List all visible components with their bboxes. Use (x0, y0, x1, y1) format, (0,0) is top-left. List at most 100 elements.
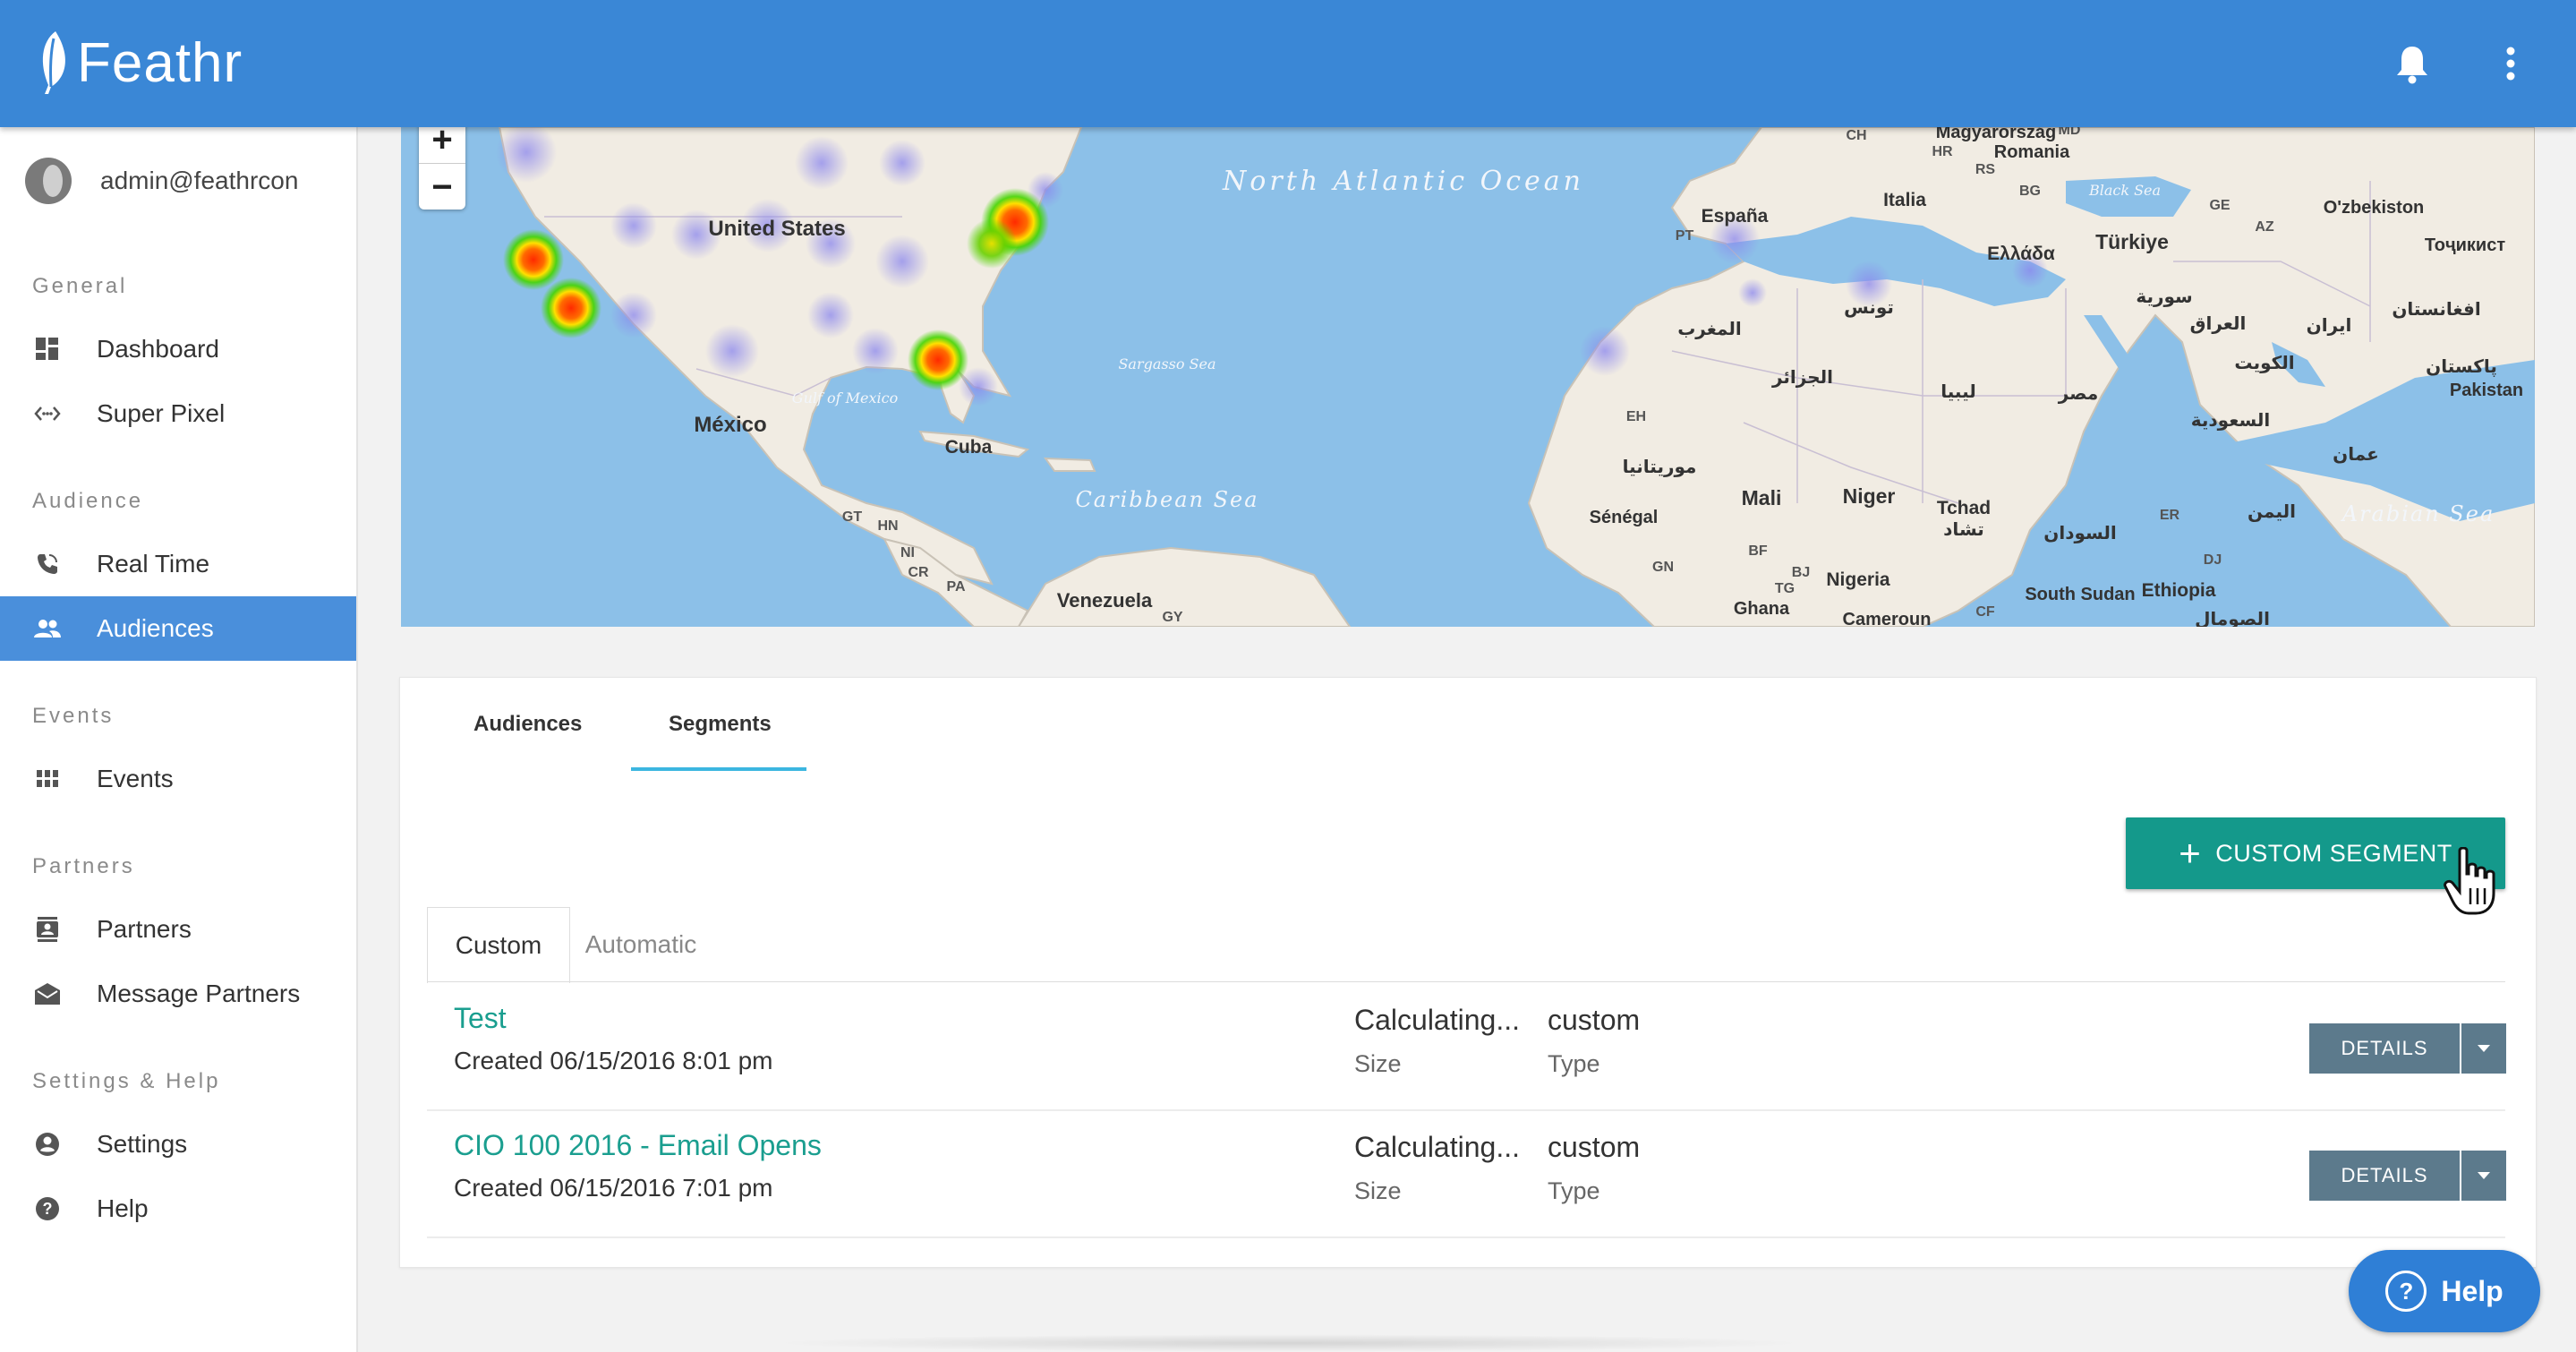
svg-text:NI: NI (900, 545, 915, 560)
sidebar-item-dashboard[interactable]: Dashboard (0, 317, 356, 381)
svg-text:GE: GE (2209, 198, 2230, 213)
phone-icon (34, 551, 61, 578)
svg-text:السودان: السودان (2043, 522, 2116, 543)
sidebar-item-help[interactable]: ? Help (0, 1177, 356, 1241)
map-label-caribbean: Caribbean Sea (1075, 487, 1258, 512)
sidebar-item-partners[interactable]: Partners (0, 897, 356, 962)
segment-type-label: Type (1548, 1050, 1600, 1077)
svg-text:TG: TG (1775, 581, 1795, 596)
more-vert-icon[interactable] (2488, 41, 2533, 86)
dropdown-caret-icon[interactable] (2461, 1151, 2506, 1201)
tab-segments[interactable]: Segments (669, 712, 772, 737)
user-email: admin@feathrcon (100, 167, 299, 194)
segment-size-label: Size (1354, 1177, 1402, 1204)
south-america-land (1017, 546, 1352, 627)
details-button-group: DETAILS (2309, 1023, 2506, 1074)
segments-card: Audiences Segments + CUSTOM SEGMENT Cust… (399, 677, 2537, 1268)
map-label-senegal: Sénégal (1590, 508, 1659, 527)
subtab-automatic[interactable]: Automatic (570, 907, 712, 982)
svg-text:ایران: ایران (2307, 314, 2352, 336)
hispaniola-land (1043, 457, 1096, 472)
sidebar-item-label: Help (97, 1194, 149, 1222)
sidebar-item-label: Message Partners (97, 980, 301, 1007)
svg-text:PT: PT (1676, 228, 1694, 244)
notifications-bell-icon[interactable] (2390, 41, 2435, 86)
svg-text:اليمن: اليمن (2248, 501, 2296, 522)
svg-text:AZ: AZ (2255, 219, 2274, 235)
svg-text:ليبيا: ليبيا (1941, 381, 1976, 402)
map-label-arabian-sea: Arabian Sea (2341, 501, 2495, 526)
segment-name-link[interactable]: CIO 100 2016 - Email Opens (454, 1129, 822, 1162)
sidebar-item-label: Real Time (97, 550, 210, 578)
map-label-uzbekistan: O'zbekiston (2324, 198, 2425, 218)
svg-text:CF: CF (1975, 604, 1995, 620)
account-circle-icon (34, 1131, 61, 1158)
sidebar-item-label: Audiences (97, 614, 214, 642)
svg-text:الصومال: الصومال (2195, 608, 2270, 627)
top-app-bar: Feathr (0, 0, 2576, 127)
map-label-toshkent: Тоҷикист (2425, 235, 2506, 255)
table-row: Test Created 06/15/2016 8:01 pm Calculat… (427, 982, 2506, 1111)
svg-text:DJ: DJ (2204, 552, 2222, 568)
subtab-custom[interactable]: Custom (427, 907, 570, 983)
svg-text:BF: BF (1748, 543, 1768, 559)
sidebar: admin@feathrcon General Dashboard Super … (0, 127, 358, 1352)
hand-cursor-icon (2444, 847, 2495, 915)
sidebar-item-real-time[interactable]: Real Time (0, 532, 356, 596)
dropdown-caret-icon[interactable] (2461, 1023, 2506, 1074)
sidebar-item-label: Super Pixel (97, 399, 226, 427)
map-label-cuba: Cuba (945, 437, 993, 458)
svg-text:CH: CH (1846, 128, 1866, 143)
svg-text:HR: HR (1932, 144, 1953, 159)
help-circle-icon: ? (2385, 1271, 2427, 1312)
svg-text:BJ: BJ (1792, 565, 1810, 580)
bottom-shadow (770, 1334, 1808, 1352)
mail-icon (34, 980, 61, 1007)
svg-text:GY: GY (1162, 610, 1182, 625)
zoom-in-button[interactable]: + (419, 127, 465, 163)
svg-text:?: ? (43, 1200, 53, 1218)
map-label-romania: Romania (1994, 142, 2070, 162)
section-general: General (32, 274, 128, 298)
people-icon (34, 615, 61, 642)
details-button[interactable]: DETAILS (2309, 1023, 2460, 1074)
sidebar-item-super-pixel[interactable]: Super Pixel (0, 381, 356, 446)
segment-type-label: Type (1548, 1177, 1600, 1204)
segment-name-link[interactable]: Test (454, 1002, 507, 1035)
svg-text:CR: CR (908, 565, 929, 580)
feathr-logo[interactable]: Feathr (36, 27, 243, 98)
app-name: Feathr (77, 31, 243, 94)
section-audience: Audience (32, 489, 144, 513)
map-label-mali: Mali (1742, 486, 1782, 509)
svg-text:عمان: عمان (2333, 443, 2379, 465)
svg-text:الجزائر: الجزائر (1771, 366, 1833, 388)
svg-text:تشاد: تشاد (1943, 518, 1984, 540)
map-label-mexico: México (694, 413, 766, 437)
svg-text:مصر: مصر (2058, 382, 2099, 404)
map-zoom-control: + − (419, 127, 465, 210)
sidebar-item-settings[interactable]: Settings (0, 1112, 356, 1177)
map-label-tchad: Tchad (1937, 498, 1991, 518)
map-label-ethiopia: Ethiopia (2142, 580, 2216, 601)
sidebar-item-events[interactable]: Events (0, 747, 356, 811)
svg-text:افغانستان: افغانستان (2392, 298, 2480, 320)
section-events: Events (32, 704, 115, 728)
segment-size-label: Size (1354, 1050, 1402, 1077)
sidebar-item-audiences[interactable]: Audiences (0, 596, 356, 661)
segment-created: Created 06/15/2016 7:01 pm (454, 1174, 773, 1202)
details-button[interactable]: DETAILS (2309, 1151, 2460, 1201)
map-label-ghana: Ghana (1734, 599, 1790, 619)
map-label-italia: Italia (1883, 190, 1926, 210)
tab-audiences[interactable]: Audiences (473, 712, 582, 737)
help-floating-button[interactable]: ? Help (2349, 1250, 2540, 1332)
sidebar-item-message-partners[interactable]: Message Partners (0, 962, 356, 1026)
segment-size: Calculating... (1354, 1131, 1520, 1163)
map-label-espana: España (1702, 206, 1769, 227)
zoom-out-button[interactable]: − (419, 163, 465, 210)
user-account[interactable]: admin@feathrcon (25, 158, 298, 204)
audience-heatmap[interactable]: United States México Cuba Venezuela Espa… (401, 127, 2535, 627)
active-tab-indicator (631, 767, 806, 771)
map-label-ellada: Ελλάδα (1987, 244, 2055, 264)
details-button-group: DETAILS (2309, 1151, 2506, 1201)
plus-icon: + (2179, 832, 2202, 874)
